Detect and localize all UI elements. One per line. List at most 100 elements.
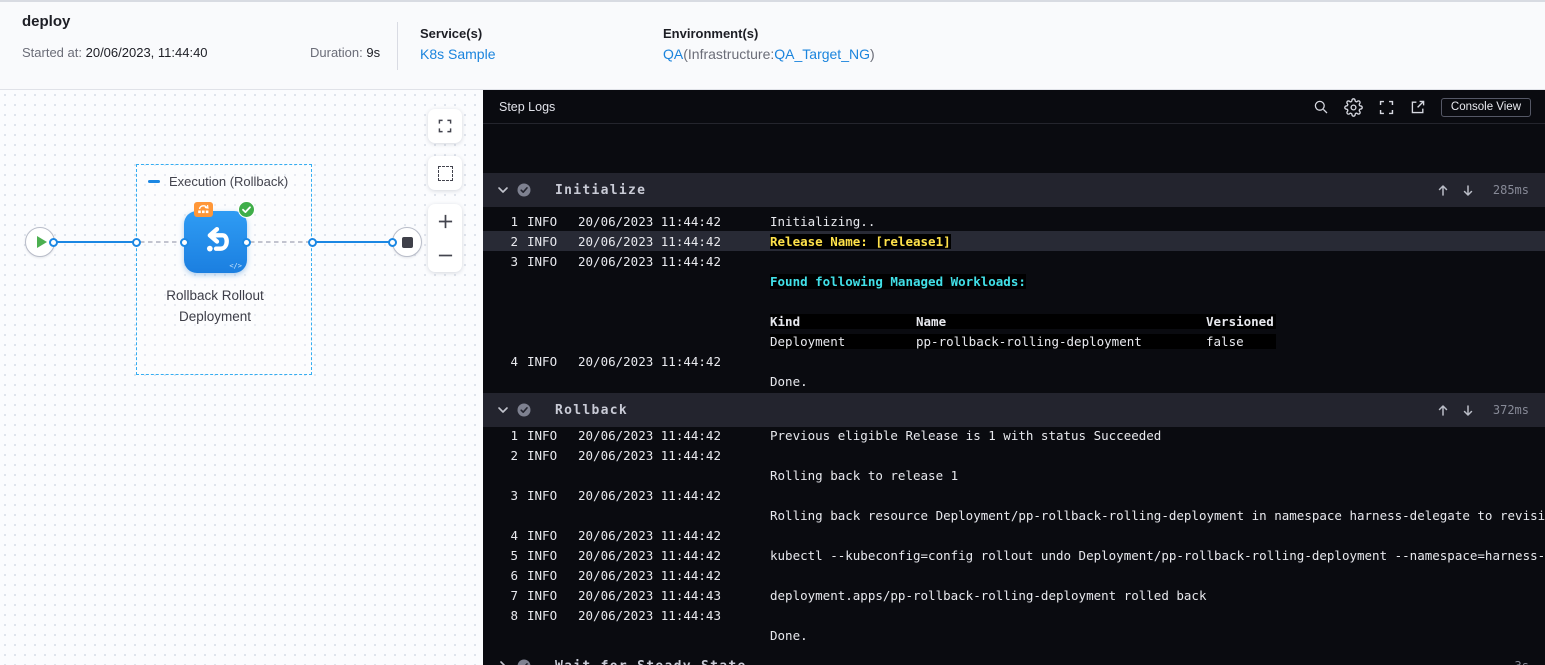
- execution-page: deploy Started at: 20/06/2023, 11:44:40 …: [0, 0, 1545, 665]
- canvas-fullscreen-button[interactable]: [428, 109, 462, 143]
- scroll-down-icon[interactable]: [1462, 184, 1474, 197]
- log-line: 6 INFO 20/06/2023 11:44:42: [483, 565, 1545, 585]
- log-line: Rolling back resource Deployment/pp-roll…: [483, 505, 1545, 525]
- chevron-down-icon[interactable]: [492, 184, 514, 196]
- log-level: INFO: [527, 353, 558, 369]
- line-number: 7: [510, 587, 518, 603]
- log-line: 1 INFO 20/06/2023 11:44:42 Previous eligibl…: [483, 425, 1545, 445]
- port: [49, 238, 58, 247]
- log-level: INFO: [527, 567, 558, 583]
- line-number: 5: [510, 547, 518, 563]
- log-line: 4 INFO 20/06/2023 11:44:42: [483, 525, 1545, 545]
- port: [180, 238, 189, 247]
- log-line: 2 INFO 20/06/2023 11:44:42 Release Name: [r…: [483, 231, 1545, 251]
- log-timestamp: 20/06/2023 11:44:42: [578, 353, 721, 369]
- log-line: 4 INFO 20/06/2023 11:44:42: [483, 351, 1545, 371]
- log-level: INFO: [527, 213, 558, 229]
- section-title: Initialize: [555, 182, 647, 198]
- infrastructure-label: (Infrastructure:: [683, 46, 775, 62]
- environment-link[interactable]: QA(Infrastructure:QA_Target_NG): [663, 46, 875, 62]
- log-section-header[interactable]: Wait for Steady State 3s: [483, 649, 1545, 665]
- log-message: kubectl --kubeconfig=config rollout undo…: [770, 547, 1545, 563]
- stop-icon: [401, 236, 413, 248]
- console-view-button[interactable]: Console View: [1440, 97, 1531, 117]
- section-duration: 372ms: [1492, 403, 1529, 417]
- log-line: Deployment pp-rollback-rolling-deployment…: [483, 331, 1545, 351]
- log-timestamp: 20/06/2023 11:44:43: [578, 607, 721, 623]
- log-line: 8 INFO 20/06/2023 11:44:43: [483, 605, 1545, 625]
- section-title: Wait for Steady State: [555, 659, 747, 665]
- log-message: Initializing..: [770, 213, 876, 229]
- rollout-badge-icon: [194, 202, 213, 217]
- port: [242, 238, 251, 247]
- zoom-in-button[interactable]: [428, 204, 462, 238]
- environments-block: Environment(s) QA(Infrastructure:QA_Targ…: [663, 26, 875, 64]
- log-level: INFO: [527, 427, 558, 443]
- line-number: 3: [510, 487, 518, 503]
- log-section-header[interactable]: Initialize 285ms: [483, 173, 1545, 207]
- log-line: Done.: [483, 371, 1545, 391]
- minus-collapse-icon[interactable]: [148, 180, 160, 183]
- zoom-out-button[interactable]: [428, 238, 462, 272]
- scroll-down-icon[interactable]: [1462, 404, 1474, 417]
- log-section-header[interactable]: Rollback 372ms: [483, 393, 1545, 427]
- log-line: 3 INFO 20/06/2023 11:44:42: [483, 485, 1545, 505]
- wire-start: [55, 241, 137, 243]
- section-duration: 3s: [1487, 659, 1529, 665]
- gear-icon[interactable]: [1344, 97, 1363, 117]
- section-duration: 285ms: [1492, 183, 1529, 197]
- line-number: 4: [510, 353, 518, 369]
- external-link-icon[interactable]: [1410, 99, 1426, 115]
- chevron-right-icon[interactable]: [492, 660, 514, 665]
- play-icon: [36, 236, 47, 248]
- log-message: deployment.apps/pp-rollback-rolling-depl…: [770, 587, 1207, 603]
- line-number: 3: [510, 253, 518, 269]
- log-line: 3 INFO 20/06/2023 11:44:42: [483, 251, 1545, 271]
- canvas-zoom-controls: [428, 204, 462, 272]
- log-level: INFO: [527, 487, 558, 503]
- rollback-step-node[interactable]: </>: [184, 211, 247, 273]
- log-lines: 1 INFO 20/06/2023 11:44:42 Initializing.. 2 I…: [483, 211, 1545, 391]
- log-lines: 1 INFO 20/06/2023 11:44:42 Previous eligibl…: [483, 425, 1545, 645]
- log-timestamp: 20/06/2023 11:44:42: [578, 233, 721, 249]
- log-timestamp: 20/06/2023 11:44:42: [578, 487, 721, 503]
- log-level: INFO: [527, 547, 558, 563]
- wire-end: [315, 241, 393, 243]
- execution-group-label: Execution (Rollback): [169, 174, 289, 189]
- step-logs-title: Step Logs: [499, 99, 556, 114]
- pipeline-canvas[interactable]: Execution (Rollback) </> Rollback Rollou…: [0, 90, 483, 665]
- canvas-select-button[interactable]: [428, 156, 462, 190]
- service-link[interactable]: K8s Sample: [420, 46, 495, 62]
- log-message: Done.: [770, 627, 808, 643]
- scroll-up-icon[interactable]: [1437, 184, 1449, 197]
- log-timestamp: 20/06/2023 11:44:42: [578, 567, 721, 583]
- log-message: Rolling back to release 1: [770, 467, 959, 483]
- infrastructure-link[interactable]: QA_Target_NG: [774, 46, 870, 62]
- line-number: 1: [510, 213, 518, 229]
- log-timestamp: 20/06/2023 11:44:42: [578, 427, 721, 443]
- log-timestamp: 20/06/2023 11:44:42: [578, 213, 721, 229]
- line-number: 1: [510, 427, 518, 443]
- header-divider: [397, 22, 398, 70]
- log-message: Found following Managed Workloads:: [770, 273, 1026, 289]
- line-number: 2: [510, 233, 518, 249]
- log-line: Done.: [483, 625, 1545, 645]
- workload-table-row: Deployment pp-rollback-rolling-deployment…: [770, 333, 1276, 349]
- log-line: 1 INFO 20/06/2023 11:44:42 Initializing..: [483, 211, 1545, 231]
- search-icon[interactable]: [1313, 99, 1329, 115]
- fullscreen-icon[interactable]: [1378, 99, 1395, 116]
- scroll-up-icon[interactable]: [1437, 404, 1449, 417]
- services-block: Service(s) K8s Sample: [420, 26, 495, 64]
- environments-label: Environment(s): [663, 26, 759, 41]
- chevron-down-icon[interactable]: [492, 404, 514, 416]
- check-circle-icon: [517, 403, 531, 417]
- log-level: INFO: [527, 253, 558, 269]
- zoom-out-icon: [438, 254, 452, 256]
- log-message: Previous eligible Release is 1 with stat…: [770, 427, 1162, 443]
- log-line: 5 INFO 20/06/2023 11:44:42 kubectl --kubeco…: [483, 545, 1545, 565]
- log-timestamp: 20/06/2023 11:44:42: [578, 547, 721, 563]
- started-at: Started at: 20/06/2023, 11:44:40: [22, 45, 208, 60]
- log-message: Release Name: [release1]: [770, 233, 951, 249]
- log-level: INFO: [527, 447, 558, 463]
